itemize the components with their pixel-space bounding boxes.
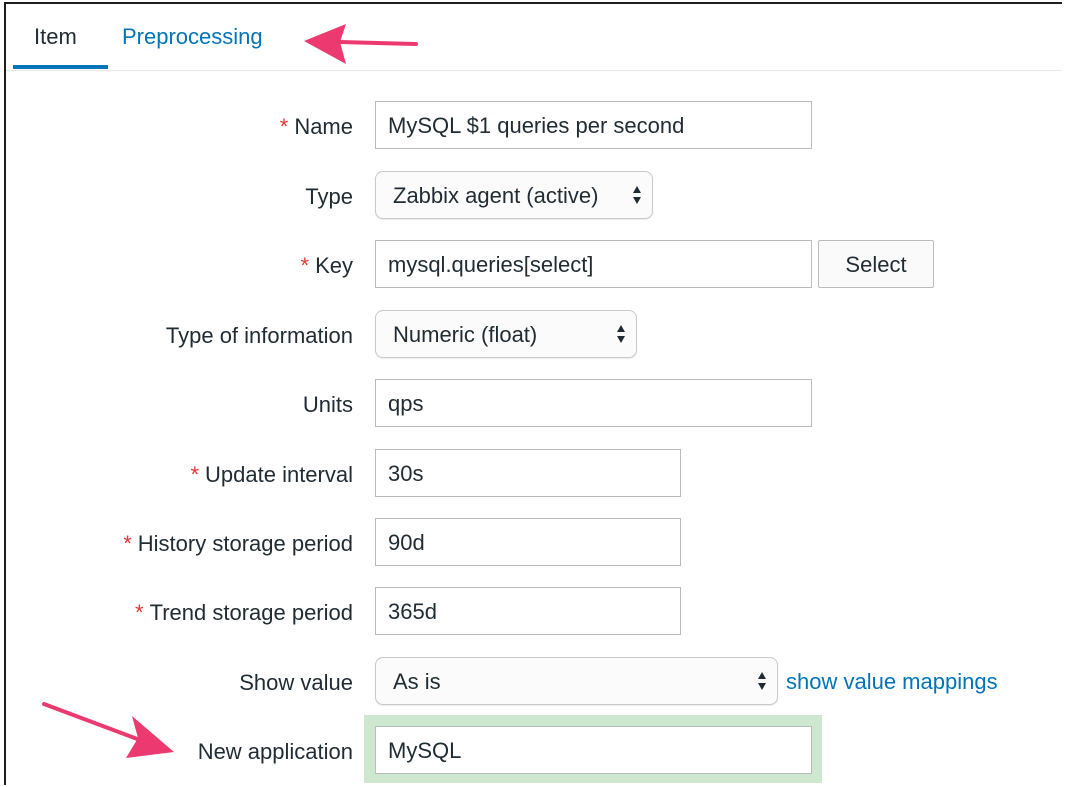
- trend-storage-label: * Trend storage period: [135, 600, 353, 626]
- required-marker: *: [123, 531, 132, 556]
- update-interval-label-text: Update interval: [205, 462, 353, 487]
- key-input[interactable]: mysql.queries[select]: [375, 240, 812, 288]
- units-input[interactable]: qps: [375, 379, 812, 427]
- updown-arrows-icon: [633, 186, 641, 204]
- trend-storage-label-text: Trend storage period: [149, 600, 353, 625]
- required-marker: *: [190, 462, 200, 487]
- key-row: * Key mysql.queries[select] Select: [0, 240, 1065, 292]
- required-marker: *: [300, 253, 310, 278]
- key-label-text: Key: [315, 253, 353, 278]
- type-label: Type: [305, 184, 353, 209]
- name-input[interactable]: MySQL $1 queries per second: [375, 101, 812, 149]
- type-of-information-select[interactable]: Numeric (float): [375, 310, 637, 358]
- name-label-text: Name: [294, 114, 353, 139]
- history-storage-label: * History storage period: [123, 531, 353, 557]
- type-of-information-label: Type of information: [165, 323, 353, 348]
- units-label: Units: [302, 392, 353, 417]
- type-of-information-value: Numeric (float): [393, 322, 538, 347]
- tab-preprocessing[interactable]: Preprocessing: [122, 24, 263, 50]
- updown-arrows-icon: [617, 325, 625, 343]
- new-application-label: New application: [197, 739, 353, 764]
- show-value-select[interactable]: As is: [375, 657, 778, 705]
- show-value-select-value: As is: [393, 669, 441, 694]
- update-interval-label: * Update interval: [190, 462, 353, 488]
- pointer-arrow-icon: [42, 702, 174, 758]
- type-of-information-row: Type of information Numeric (float): [0, 310, 1065, 362]
- name-row: * Name MySQL $1 queries per second: [0, 101, 1065, 153]
- required-marker: *: [279, 114, 289, 139]
- history-storage-label-text: History storage period: [137, 531, 353, 556]
- key-label: * Key: [301, 253, 353, 279]
- type-select-value: Zabbix agent (active): [393, 183, 599, 208]
- name-label: * Name: [280, 114, 353, 140]
- type-select[interactable]: Zabbix agent (active): [375, 171, 653, 219]
- show-value-label: Show value: [239, 670, 353, 695]
- tab-bar: Item Preprocessing: [6, 4, 1062, 71]
- show-value-mappings-link[interactable]: show value mappings: [786, 669, 998, 695]
- units-row: Units qps: [0, 379, 1065, 431]
- trend-storage-input[interactable]: 365d: [375, 587, 681, 635]
- required-marker: *: [135, 600, 144, 625]
- pointer-arrow-icon: [304, 24, 418, 64]
- updown-arrows-icon: [758, 672, 766, 690]
- active-tab-indicator: [13, 65, 108, 69]
- type-row: Type Zabbix agent (active): [0, 171, 1065, 223]
- update-interval-input[interactable]: 30s: [375, 449, 681, 497]
- history-storage-row: * History storage period 90d: [0, 518, 1065, 570]
- new-application-input[interactable]: MySQL: [375, 726, 812, 774]
- history-storage-input[interactable]: 90d: [375, 518, 681, 566]
- select-button[interactable]: Select: [818, 240, 934, 288]
- update-interval-row: * Update interval 30s: [0, 449, 1065, 501]
- trend-storage-row: * Trend storage period 365d: [0, 587, 1065, 639]
- tab-item[interactable]: Item: [34, 24, 77, 50]
